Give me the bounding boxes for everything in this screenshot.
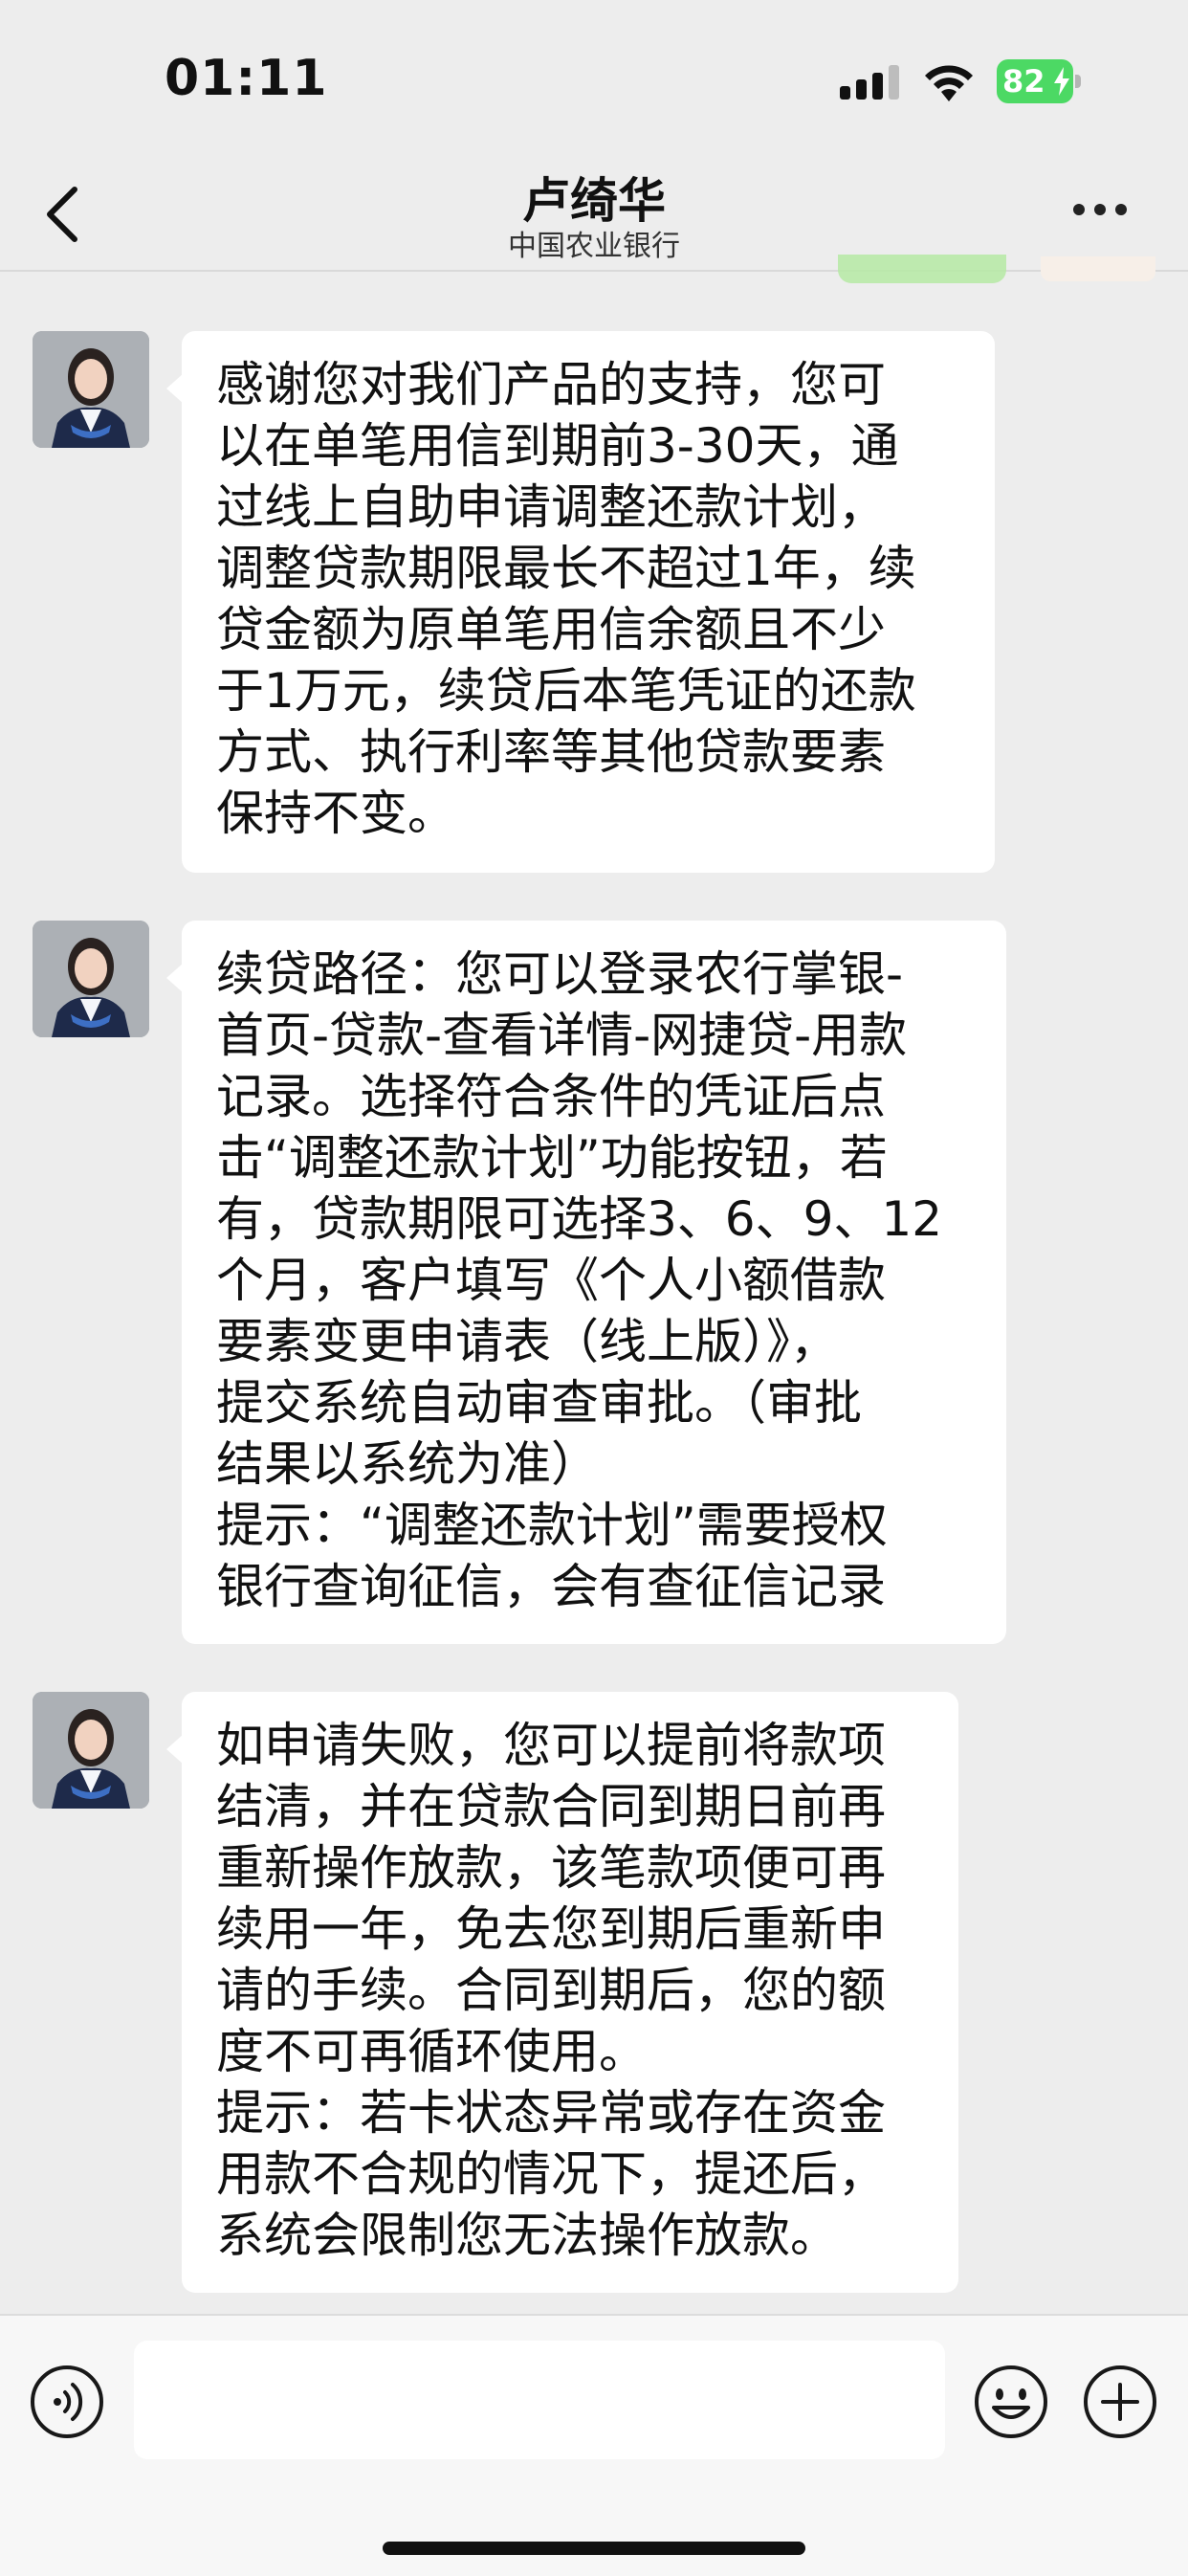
emoji-button[interactable]	[973, 2364, 1049, 2440]
message-input[interactable]	[134, 2341, 945, 2459]
status-time: 01:11	[165, 50, 328, 107]
home-indicator[interactable]	[383, 2542, 805, 2555]
previous-message-fragment	[1041, 256, 1155, 281]
chat-header: 卢绮华 中国农业银行	[0, 153, 1188, 272]
wifi-icon	[925, 65, 973, 101]
charging-bolt-icon	[1054, 67, 1069, 96]
status-bar: 01:11 82	[0, 0, 1188, 153]
previous-message-fragment	[838, 255, 1006, 283]
message-bubble[interactable]: 感谢您对我们产品的支持，您可 以在单笔用信到期前3-30天，通 过线上自助申请调…	[166, 331, 995, 873]
message-bubble[interactable]: 续贷路径：您可以登录农行掌银- 首页-贷款-查看详情-网捷贷-用款 记录。选择符…	[166, 921, 1006, 1644]
sender-avatar[interactable]	[33, 331, 149, 448]
chat-subtitle: 中国农业银行	[508, 230, 680, 263]
sender-avatar[interactable]	[33, 1692, 149, 1809]
more-functions-button[interactable]	[1082, 2364, 1158, 2440]
cellular-signal-icon	[840, 65, 899, 100]
battery-level: 82	[1002, 63, 1045, 100]
message-bubble[interactable]: 如申请失败，您可以提前将款项 结清，并在贷款合同到期日前再 重新操作放款，该笔款…	[166, 1692, 958, 2293]
battery-icon: 82	[997, 59, 1081, 103]
more-options-button[interactable]	[1073, 201, 1136, 224]
chat-input-bar	[0, 2314, 1188, 2576]
more-icon	[1073, 204, 1085, 215]
sender-avatar[interactable]	[33, 921, 149, 1037]
voice-input-button[interactable]	[29, 2364, 105, 2440]
